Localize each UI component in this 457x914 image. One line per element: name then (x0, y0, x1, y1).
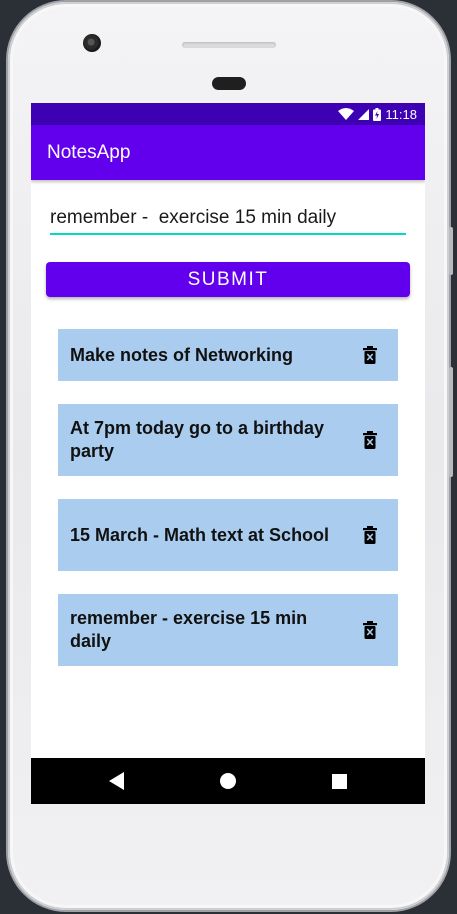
note-text: 15 March - Math text at School (70, 524, 330, 545)
notes-list: Make notes of Networking At 7pm today go… (58, 329, 398, 689)
home-icon[interactable] (198, 758, 258, 804)
note-text: remember - exercise 15 min daily (70, 608, 308, 651)
signal-icon (358, 108, 370, 120)
delete-icon[interactable] (360, 430, 380, 450)
back-icon[interactable] (87, 758, 147, 804)
note-text: Make notes of Networking (70, 344, 294, 365)
navigation-bar (31, 758, 425, 804)
delete-icon[interactable] (360, 620, 380, 640)
note-item: 15 March - Math text at School (58, 499, 398, 571)
status-bar: 11:18 (31, 103, 425, 125)
note-item: remember - exercise 15 min daily (58, 594, 398, 666)
note-text: At 7pm today go to a birthday party (70, 418, 325, 461)
recents-icon[interactable] (309, 758, 369, 804)
note-input[interactable] (50, 203, 406, 235)
volume-button (449, 367, 453, 477)
app-title: NotesApp (47, 141, 131, 163)
screen: 11:18 NotesApp SUBMIT Make notes of Netw… (31, 103, 425, 804)
note-item: Make notes of Networking (58, 329, 398, 381)
note-item: At 7pm today go to a birthday party (58, 404, 398, 476)
app-bar: NotesApp (31, 125, 425, 180)
status-time: 11:18 (385, 106, 417, 122)
submit-button[interactable]: SUBMIT (46, 262, 410, 297)
wifi-icon (338, 108, 355, 120)
note-input-container (50, 203, 406, 235)
front-camera (83, 34, 101, 52)
delete-icon[interactable] (360, 345, 380, 365)
battery-icon (373, 107, 382, 121)
earpiece (182, 42, 276, 48)
power-button (449, 227, 453, 275)
delete-icon[interactable] (360, 525, 380, 545)
proximity-sensor (212, 77, 246, 90)
